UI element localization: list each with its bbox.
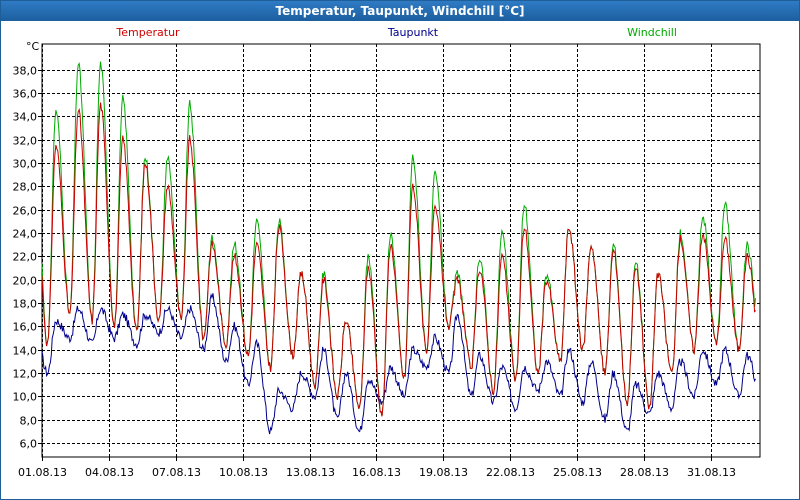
y-tick-label: 32,0 — [13, 135, 38, 148]
y-tick-label: 8,0 — [20, 415, 38, 428]
x-tick-label: 19.08.13 — [419, 466, 468, 479]
legend-temperatur: Temperatur — [115, 26, 180, 39]
series-windchill-line — [41, 61, 756, 417]
y-tick-label: 12,0 — [13, 368, 38, 381]
series-taupunkt-line — [41, 293, 756, 435]
x-tick-label: 16.08.13 — [352, 466, 401, 479]
x-tick-label: 07.08.13 — [152, 466, 201, 479]
x-tick-label: 04.08.13 — [85, 466, 134, 479]
x-tick-label: 31.08.13 — [687, 466, 736, 479]
x-tick-label: 22.08.13 — [486, 466, 535, 479]
x-tick-label: 01.08.13 — [18, 466, 67, 479]
line-chart: 6,0 8,0 10,0 12,0 14,0 16,0 18,0 20,0 22,0 24,0 26… — [13, 26, 761, 479]
legend-layer: Temperatur Taupunkt Windchill °C — [26, 26, 677, 53]
series-temperatur-line — [41, 102, 756, 417]
y-tick-label: 14,0 — [13, 345, 38, 358]
legend-windchill: Windchill — [627, 26, 677, 39]
y-tick-label: 10,0 — [13, 391, 38, 404]
y-tick-label: 26,0 — [13, 205, 38, 218]
series-layer — [41, 61, 756, 435]
x-tick-label: 28.08.13 — [620, 466, 669, 479]
y-tick-label: 30,0 — [13, 158, 38, 171]
y-tick-label: 24,0 — [13, 228, 38, 241]
y-tick-label: 34,0 — [13, 111, 38, 124]
y-axis-unit: °C — [26, 40, 40, 53]
y-tick-label: 22,0 — [13, 251, 38, 264]
y-tick-label: 36,0 — [13, 88, 38, 101]
y-tick-label: 38,0 — [13, 65, 38, 78]
x-tick-label: 10.08.13 — [219, 466, 268, 479]
legend-taupunkt: Taupunkt — [387, 26, 439, 39]
y-tick-label: 16,0 — [13, 321, 38, 334]
y-tick-label: 18,0 — [13, 298, 38, 311]
y-tick-label: 20,0 — [13, 275, 38, 288]
y-tick-label: 6,0 — [20, 438, 38, 451]
y-tick-label: 28,0 — [13, 181, 38, 194]
x-tick-label: 13.08.13 — [286, 466, 335, 479]
x-tick-label: 25.08.13 — [553, 466, 602, 479]
